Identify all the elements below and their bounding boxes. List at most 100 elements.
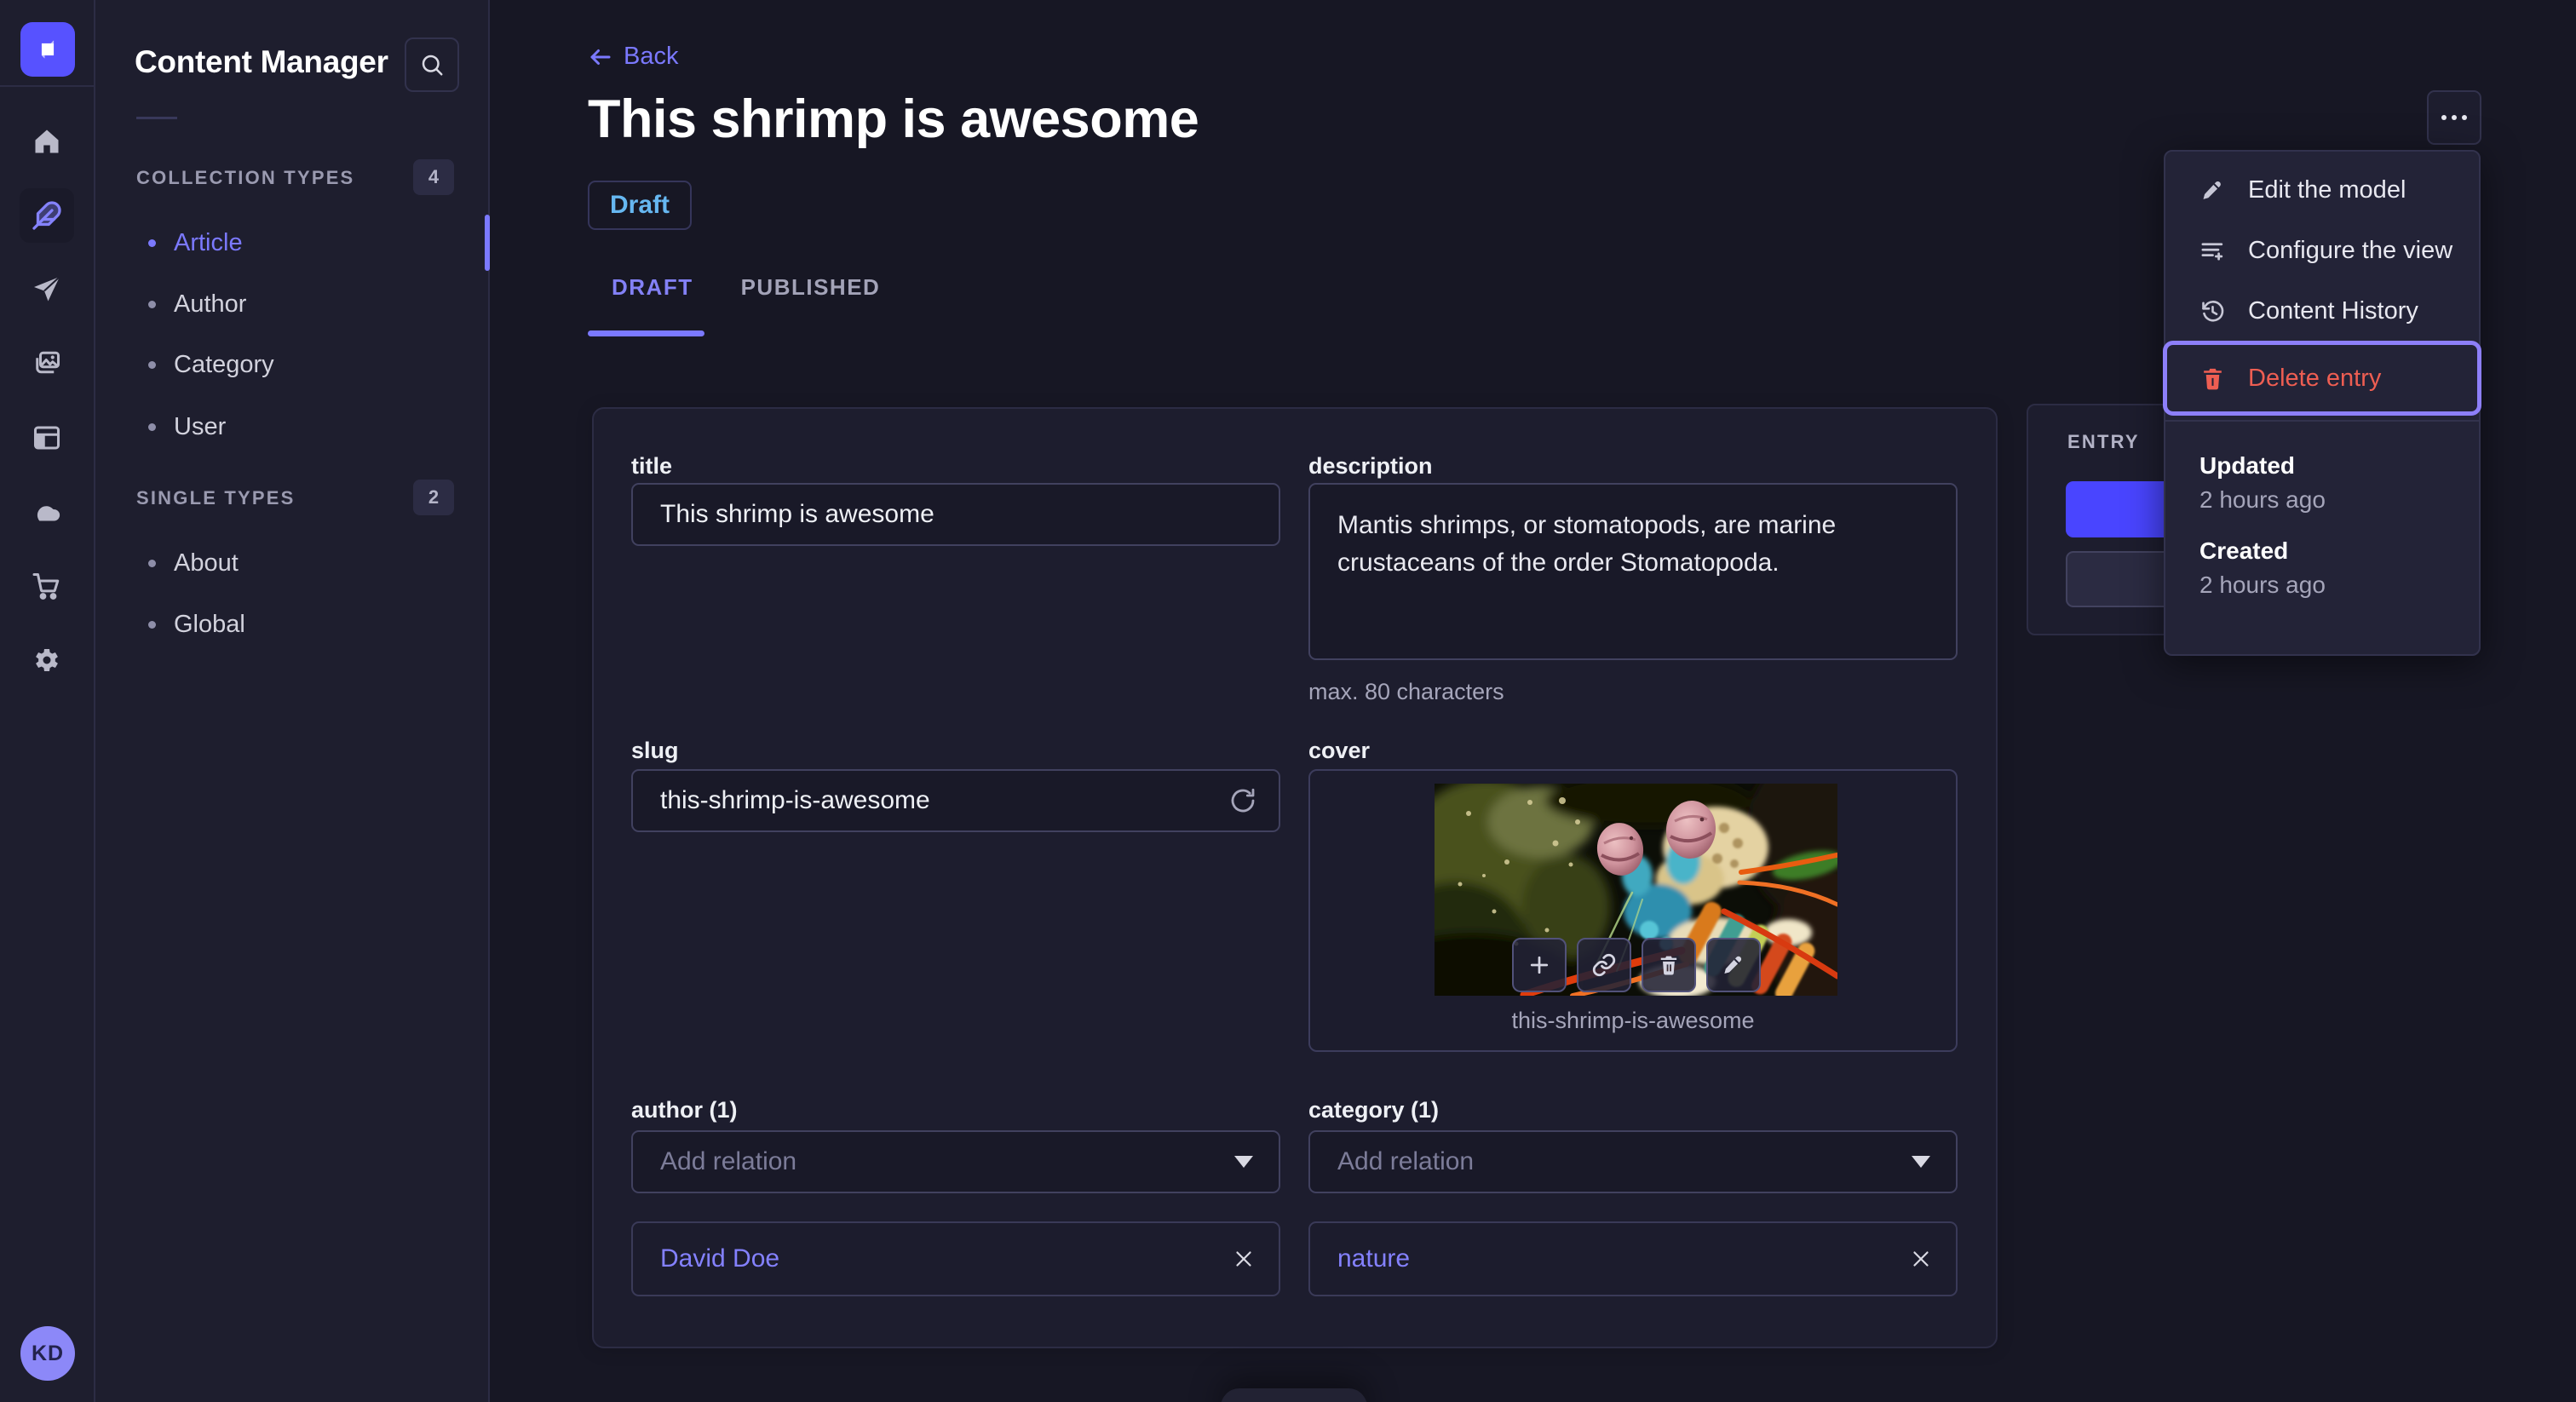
description-value: Mantis shrimps, or stomatopods, are mari…	[1337, 511, 1837, 577]
category-relation-item[interactable]: nature	[1308, 1221, 1958, 1296]
arrow-left-icon	[590, 49, 611, 65]
trash-icon	[1660, 956, 1676, 975]
edit-asset-button[interactable]	[1705, 938, 1761, 992]
sidebar-item-label: Category	[174, 350, 274, 378]
back-link[interactable]: Back	[588, 43, 678, 71]
add-asset-button[interactable]	[1511, 938, 1567, 992]
updated-value: 2 hours ago	[2199, 486, 2326, 513]
menu-item-content-history[interactable]: Content History	[2165, 281, 2479, 342]
back-label: Back	[624, 43, 679, 70]
section-label-single-types: SINGLE TYPES	[136, 487, 296, 509]
copy-link-button[interactable]	[1576, 938, 1631, 992]
delete-asset-button[interactable]	[1641, 938, 1696, 992]
slug-input[interactable]: this-shrimp-is-awesome	[631, 769, 1280, 832]
trash-icon	[2204, 368, 2222, 389]
nav-item-content-manager[interactable]	[20, 188, 74, 243]
cover-field: this-shrimp-is-awesome	[1308, 769, 1958, 1052]
nav-item-content-type-builder[interactable]	[20, 411, 74, 465]
description-hint: max. 80 characters	[1308, 679, 1504, 704]
more-actions-menu: Edit the model Configure the view Conten…	[2163, 150, 2481, 656]
user-avatar[interactable]: KD	[20, 1326, 75, 1381]
bullet-icon	[148, 300, 156, 308]
nav-item-media-library[interactable]	[20, 336, 74, 391]
gear-icon	[36, 648, 58, 672]
chevron-down-icon	[1912, 1156, 1930, 1168]
more-actions-button[interactable]	[2427, 90, 2481, 145]
category-relation-combobox[interactable]: Add relation	[1308, 1130, 1958, 1193]
active-tab-underline	[588, 330, 704, 336]
nav-item-home[interactable]	[20, 114, 74, 169]
pencil-icon	[2203, 181, 2221, 199]
slug-input-value: this-shrimp-is-awesome	[660, 786, 930, 814]
relation-link[interactable]: David Doe	[660, 1244, 779, 1273]
version-tabs: DRAFT PUBLISHED	[588, 274, 904, 327]
sidebar-item-label: Global	[174, 610, 245, 638]
feather-icon	[32, 201, 61, 230]
menu-item-label: Configure the view	[2248, 237, 2453, 264]
title-input-value: This shrimp is awesome	[660, 500, 934, 528]
close-icon	[1913, 1251, 1929, 1267]
cloud-icon	[37, 506, 60, 521]
bullet-icon	[148, 360, 156, 369]
link-icon	[1592, 953, 1615, 977]
author-relation-item[interactable]: David Doe	[631, 1221, 1280, 1296]
nav-item-marketplace[interactable]	[20, 559, 74, 613]
search-button[interactable]	[405, 37, 459, 92]
layout-icon	[34, 426, 60, 450]
menu-item-delete-entry[interactable]: Delete entry	[2163, 341, 2481, 416]
menu-item-configure-view[interactable]: Configure the view	[2165, 221, 2479, 281]
sidebar-item-about[interactable]: About	[95, 536, 488, 590]
cover-filename: this-shrimp-is-awesome	[1511, 1008, 1755, 1033]
remove-author-relation-button[interactable]	[1231, 1246, 1256, 1272]
author-relation-combobox[interactable]: Add relation	[631, 1130, 1280, 1193]
created-label: Created	[2199, 537, 2289, 564]
floating-widget[interactable]	[1221, 1388, 1367, 1402]
sidebar-item-user[interactable]: User	[95, 399, 488, 454]
strapi-logo-icon	[41, 40, 55, 59]
refresh-icon	[1231, 788, 1255, 813]
media-library-icon	[36, 351, 60, 374]
description-textarea[interactable]: Mantis shrimps, or stomatopods, are mari…	[1308, 483, 1958, 660]
collection-types-count-badge: 4	[413, 159, 454, 195]
sidebar-item-label: Article	[174, 228, 243, 256]
updated-label: Updated	[2199, 452, 2295, 479]
tab-published[interactable]: PUBLISHED	[717, 274, 905, 327]
sidebar-item-label: About	[174, 549, 239, 577]
bullet-icon	[148, 422, 156, 431]
relation-link[interactable]: nature	[1337, 1244, 1410, 1273]
bullet-icon	[148, 620, 156, 629]
more-horizontal-icon	[2441, 115, 2447, 120]
tab-draft[interactable]: DRAFT	[588, 274, 717, 327]
history-icon	[2202, 301, 2224, 322]
strapi-admin: KD Content Manager COLLECTION TYPES 4 Ar…	[0, 0, 2576, 1402]
sidebar-item-author[interactable]: Author	[95, 277, 488, 331]
remove-category-relation-button[interactable]	[1908, 1246, 1934, 1272]
category-field-label: category (1)	[1308, 1097, 1440, 1123]
list-plus-icon	[2201, 243, 2223, 261]
subnav-title: Content Manager	[135, 44, 388, 79]
subnav-divider	[136, 117, 177, 119]
menu-item-edit-model[interactable]: Edit the model	[2165, 160, 2479, 221]
sidebar-item-global[interactable]: Global	[95, 597, 488, 652]
active-item-indicator	[485, 215, 490, 271]
sidebar-item-category[interactable]: Category	[95, 337, 488, 392]
cover-field-label: cover	[1308, 738, 1371, 763]
created-value: 2 hours ago	[2199, 572, 2326, 598]
regenerate-slug-button[interactable]	[1229, 787, 1256, 814]
nav-item-settings[interactable]	[20, 633, 74, 687]
nav-item-deploy[interactable]	[20, 485, 74, 539]
sidebar-item-article[interactable]: Article	[95, 215, 488, 270]
cover-action-bar	[1435, 938, 1837, 992]
nav-item-releases[interactable]	[20, 262, 74, 317]
paper-plane-icon	[34, 276, 60, 302]
bullet-icon	[148, 559, 156, 567]
bullet-icon	[148, 238, 156, 247]
strapi-logo[interactable]	[20, 22, 75, 77]
single-types-count-badge: 2	[413, 480, 454, 515]
chevron-down-icon	[1234, 1156, 1253, 1168]
nav-divider	[0, 85, 94, 87]
more-horizontal-icon	[2462, 115, 2467, 120]
status-badge: Draft	[588, 181, 693, 230]
search-icon	[422, 55, 443, 76]
title-input[interactable]: This shrimp is awesome	[631, 483, 1280, 546]
